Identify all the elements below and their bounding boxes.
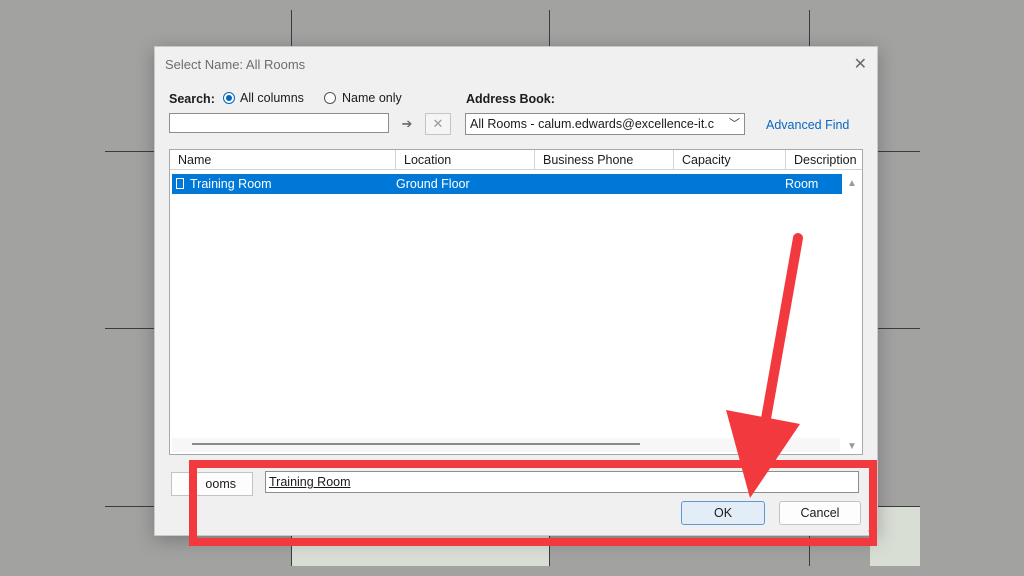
arrow-head — [726, 410, 800, 498]
annotation-arrow — [726, 233, 803, 498]
arrow-shaft — [759, 233, 803, 435]
